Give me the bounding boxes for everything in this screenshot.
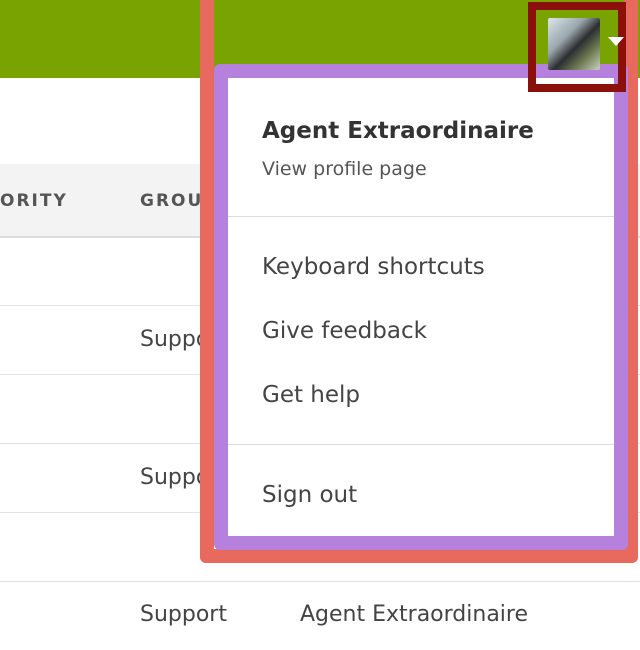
assignee-cell: Agent Extraordinaire: [300, 602, 529, 627]
user-dropdown-menu: Agent Extraordinaire View profile page K…: [228, 78, 614, 536]
group-cell: Suppo: [140, 465, 210, 490]
group-cell: Support: [140, 602, 227, 627]
caret-down-icon[interactable]: [608, 37, 624, 46]
keyboard-shortcuts-item[interactable]: Keyboard shortcuts: [262, 254, 485, 280]
group-cell: Suppo: [140, 327, 210, 352]
view-profile-link[interactable]: View profile page: [262, 158, 427, 180]
menu-divider: [228, 216, 614, 217]
get-help-item[interactable]: Get help: [262, 382, 360, 408]
user-avatar[interactable]: [548, 18, 600, 70]
menu-divider: [228, 444, 614, 445]
sign-out-item[interactable]: Sign out: [262, 482, 357, 508]
column-header-group[interactable]: GROU: [140, 191, 203, 211]
user-name: Agent Extraordinaire: [262, 118, 534, 144]
table-row[interactable]: Support Agent Extraordinaire: [0, 582, 640, 650]
user-menu-toggle[interactable]: [528, 2, 626, 92]
column-header-priority[interactable]: ORITY: [0, 191, 68, 211]
give-feedback-item[interactable]: Give feedback: [262, 318, 427, 344]
